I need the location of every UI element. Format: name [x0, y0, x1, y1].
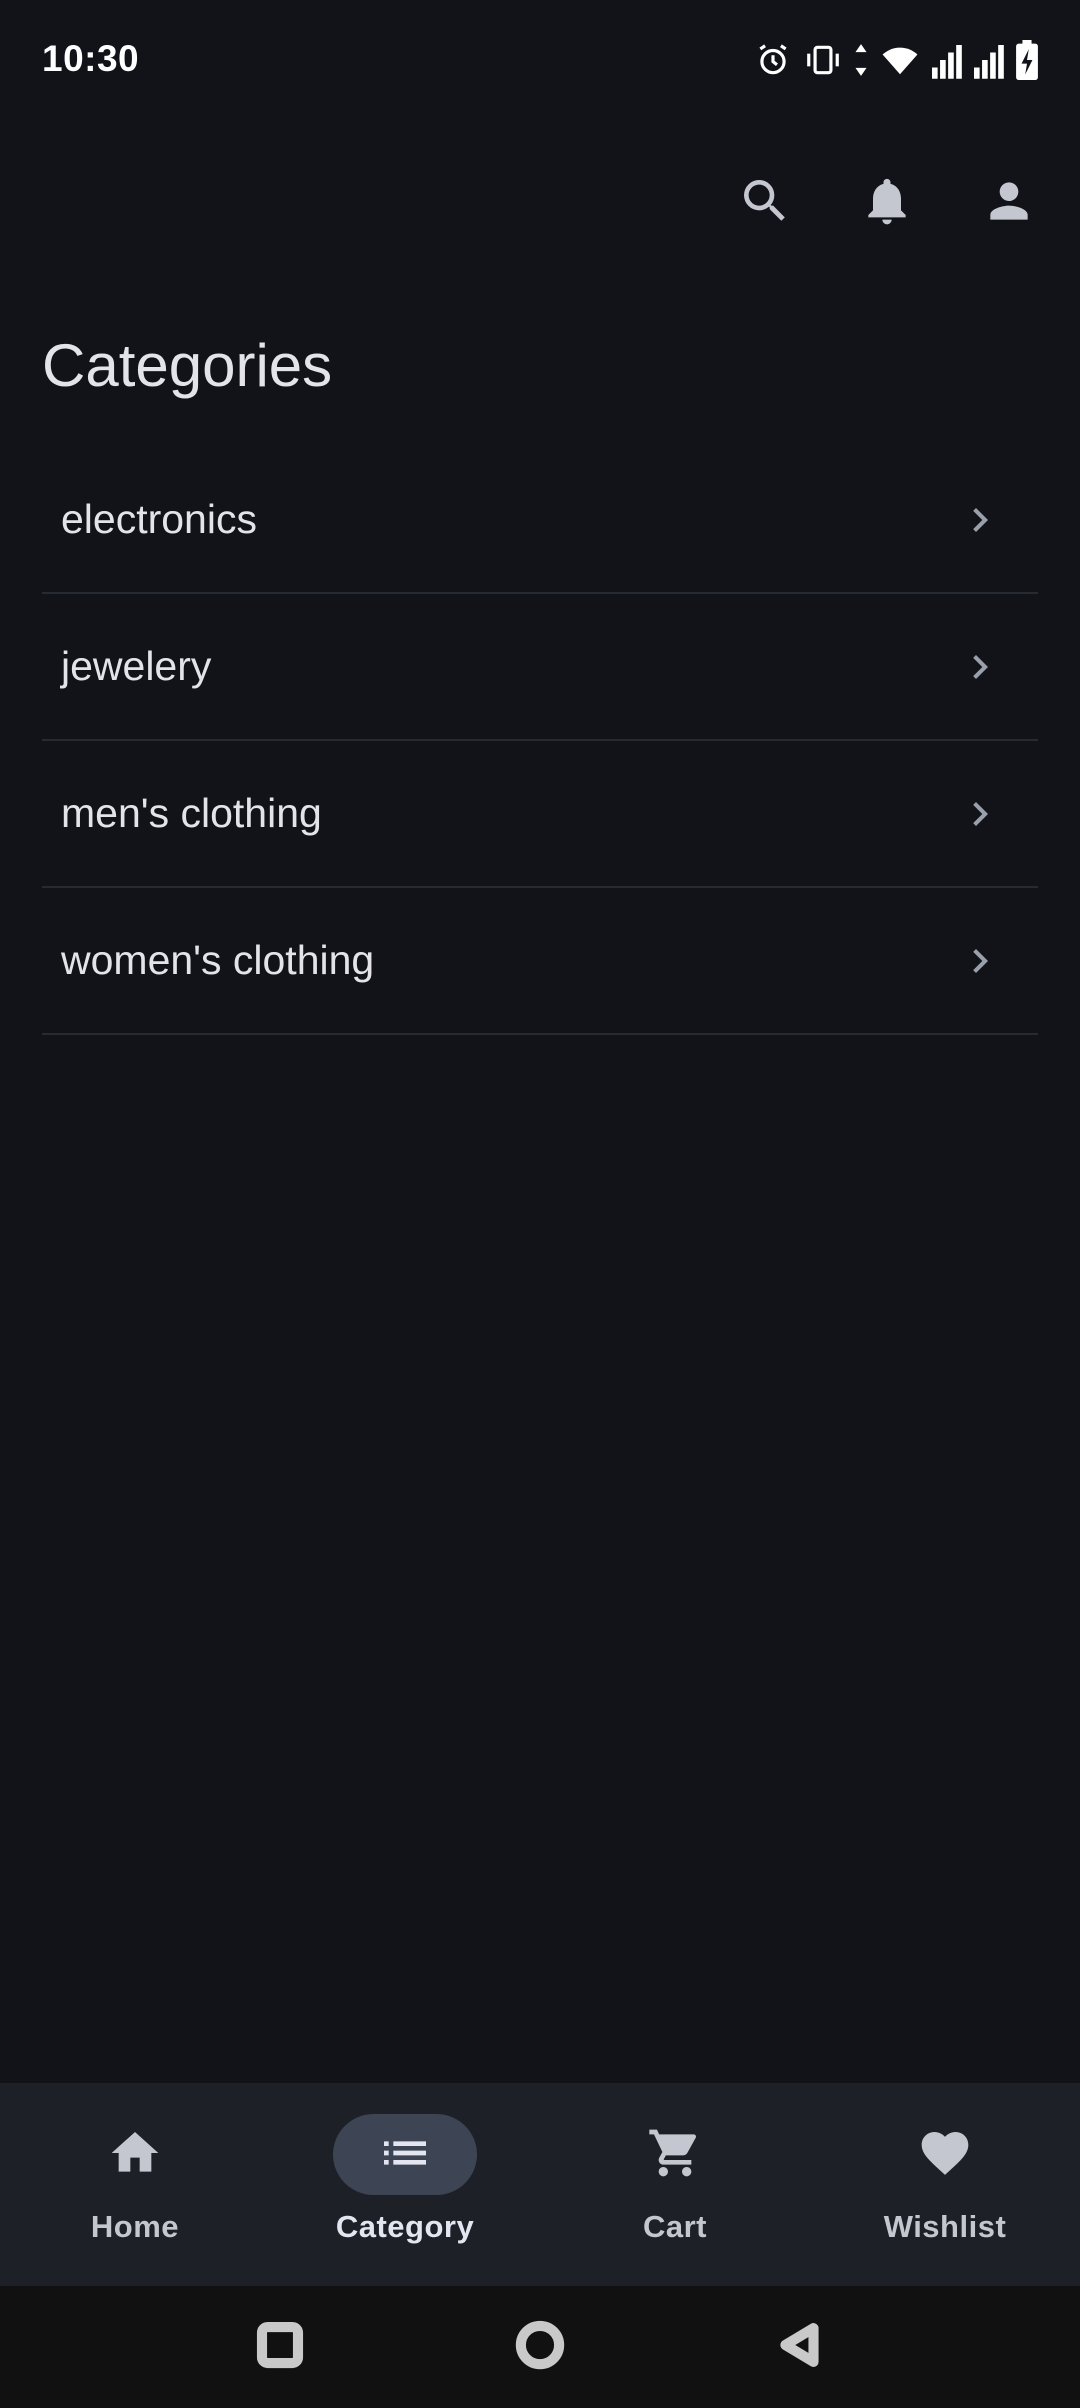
- back-triangle-icon: [773, 2318, 827, 2376]
- category-list: electronics jewelery men's clothing wome…: [42, 447, 1038, 1035]
- square-icon: [253, 2318, 307, 2376]
- home-button[interactable]: [504, 2311, 576, 2383]
- data-arrows-icon: [854, 41, 868, 79]
- chevron-right-icon: [956, 937, 1004, 985]
- nav-pill-active: [333, 2114, 477, 2195]
- status-time: 10:30: [42, 38, 140, 79]
- wifi-icon: [880, 41, 920, 79]
- page-title: Categories: [42, 332, 333, 399]
- system-navigation-bar: [0, 2286, 1080, 2408]
- nav-label: Cart: [642, 2209, 707, 2244]
- account-button[interactable]: [969, 163, 1049, 243]
- category-item-electronics[interactable]: electronics: [42, 447, 1038, 594]
- category-label: electronics: [61, 496, 257, 542]
- nav-item-cart[interactable]: Cart: [540, 2083, 810, 2286]
- bottom-navigation: Home Category Cart Wishlist: [0, 2083, 1080, 2286]
- chevron-right-icon: [956, 496, 1004, 544]
- account-icon: [981, 173, 1037, 233]
- home-icon: [107, 2125, 163, 2185]
- nav-pill: [873, 2114, 1017, 2195]
- circle-icon: [513, 2318, 567, 2376]
- chevron-right-icon: [956, 643, 1004, 691]
- chevron-right-icon: [956, 790, 1004, 838]
- status-bar: 10:30: [0, 0, 1080, 120]
- nav-label: Category: [335, 2209, 475, 2244]
- nav-label: Wishlist: [883, 2209, 1007, 2244]
- nav-pill: [603, 2114, 747, 2195]
- nav-pill: [63, 2114, 207, 2195]
- nav-item-home[interactable]: Home: [0, 2083, 270, 2286]
- recents-button[interactable]: [244, 2311, 316, 2383]
- back-button[interactable]: [764, 2311, 836, 2383]
- signal-icon: [932, 41, 962, 79]
- search-button[interactable]: [725, 163, 805, 243]
- notifications-button[interactable]: [847, 163, 927, 243]
- search-icon: [737, 173, 793, 233]
- cart-icon: [647, 2125, 703, 2185]
- alarm-icon: [754, 41, 792, 79]
- category-label: women's clothing: [61, 937, 375, 983]
- top-action-bar: [0, 163, 1080, 243]
- heart-icon: [917, 2125, 973, 2185]
- nav-label: Home: [90, 2209, 180, 2244]
- list-icon: [377, 2125, 433, 2185]
- nav-item-category[interactable]: Category: [270, 2083, 540, 2286]
- nav-item-wishlist[interactable]: Wishlist: [810, 2083, 1080, 2286]
- signal-icon: [974, 41, 1004, 79]
- vibrate-icon: [804, 41, 842, 79]
- battery-charging-icon: [1016, 40, 1038, 80]
- category-label: men's clothing: [61, 790, 322, 836]
- category-item-womens-clothing[interactable]: women's clothing: [42, 888, 1038, 1035]
- category-item-mens-clothing[interactable]: men's clothing: [42, 741, 1038, 888]
- category-item-jewelery[interactable]: jewelery: [42, 594, 1038, 741]
- notifications-icon: [859, 173, 915, 233]
- category-label: jewelery: [61, 643, 212, 689]
- status-icons: [754, 40, 1038, 80]
